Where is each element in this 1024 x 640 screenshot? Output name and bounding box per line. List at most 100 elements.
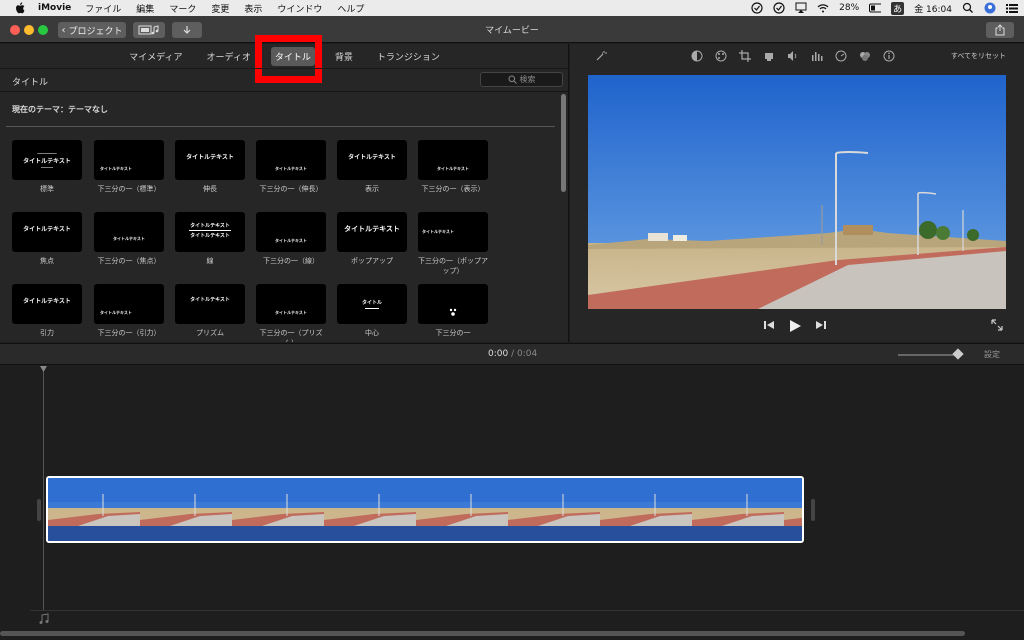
title-thumbnail: タイトルテキスト [256, 140, 326, 180]
title-tile-standard[interactable]: ━━━━━━━━ タイトルテキスト ━━━━━ 標準 [12, 140, 82, 194]
title-tile-label: 下三分の一 [435, 329, 471, 337]
title-thumbnail: タイトルテキスト [175, 140, 245, 180]
tab-my-media[interactable]: マイメディア [125, 47, 186, 66]
play-icon [789, 320, 801, 332]
title-tile-lower-third-standard[interactable]: タイトルテキスト 下三分の一（標準） [94, 140, 164, 194]
title-tile-line[interactable]: タイトルテキスト タイトルテキスト 線 [175, 212, 245, 266]
video-preview[interactable] [588, 75, 1006, 309]
status-check-alt-icon[interactable] [773, 2, 785, 14]
title-tile-lower-third-line[interactable]: タイトルテキスト 下三分の一（線） [256, 212, 326, 266]
section-label: タイトル [12, 78, 49, 88]
title-thumbnail: タイトルテキスト [256, 284, 326, 324]
viewer-panel: すべてをリセット [570, 44, 1024, 342]
battery-icon[interactable] [869, 2, 882, 14]
skip-forward-button[interactable] [814, 318, 828, 332]
title-tile-focus[interactable]: タイトルテキスト 焦点 [12, 212, 82, 266]
search-input[interactable]: 検索 [480, 72, 563, 87]
title-tile-center[interactable]: タイトル 中心 [337, 284, 407, 338]
title-thumbnail: ━━━━━━━━ タイトルテキスト ━━━━━ [12, 140, 82, 180]
timeline-settings-button[interactable]: 設定 [984, 349, 1000, 360]
title-thumbnail: タイトルテキスト [94, 140, 164, 180]
title-thumbnail: タイトルテキスト [337, 140, 407, 180]
title-tile-label: 下三分の一（焦点） [97, 257, 161, 265]
title-tile-lower-third-reveal[interactable]: タイトルテキスト 下三分の一（表示） [418, 140, 488, 194]
play-button[interactable] [787, 318, 803, 334]
playhead-marker-icon[interactable] [40, 366, 47, 373]
skip-back-button[interactable] [762, 318, 776, 332]
fullscreen-button[interactable] [990, 318, 1004, 332]
title-tile-lower-third-stretch[interactable]: タイトルテキスト 下三分の一（伸長） [256, 140, 326, 194]
volume-icon[interactable] [786, 49, 800, 63]
title-thumbnail: タイトル [337, 284, 407, 324]
zoom-slider-knob[interactable] [952, 348, 964, 360]
title-tile-label: 中心 [365, 329, 379, 337]
info-icon[interactable] [882, 49, 896, 63]
status-check-icon[interactable] [751, 2, 763, 14]
tab-audio[interactable]: オーディオ [202, 47, 254, 66]
search-placeholder: 検索 [519, 75, 536, 84]
timeline[interactable] [0, 366, 1024, 640]
current-theme-label: 現在のテーマ：テーマなし [12, 105, 108, 114]
title-tile-lower-third-popup[interactable]: タイトルテキスト 下三分の一（ポップアップ） [418, 212, 488, 276]
title-tile-label: 焦点 [40, 257, 54, 265]
stabilization-icon[interactable] [762, 49, 776, 63]
color-balance-icon[interactable] [690, 49, 704, 63]
notification-center-icon[interactable] [1006, 2, 1018, 14]
skip-back-icon [764, 321, 774, 329]
title-tile-reveal[interactable]: タイトルテキスト 表示 [337, 140, 407, 194]
timeline-scrollbar[interactable] [0, 631, 965, 636]
divider [6, 126, 555, 127]
filter-icon[interactable] [858, 49, 872, 63]
window-title: マイムービー [485, 26, 539, 36]
clip-left-handle[interactable] [37, 499, 41, 521]
playhead[interactable] [43, 366, 44, 611]
browser-scrollbar[interactable] [561, 94, 566, 192]
menubar-clock[interactable]: 金 16:04 [914, 2, 952, 15]
spotlight-search-icon[interactable] [962, 2, 974, 14]
speed-icon[interactable] [834, 49, 848, 63]
reset-all-button[interactable]: すべてをリセット [951, 51, 1006, 61]
title-tile-label: 下三分の一（引力） [97, 329, 161, 337]
title-tile-prism[interactable]: タイトルテキスト プリズム [175, 284, 245, 338]
user-avatar-icon[interactable] [984, 2, 996, 14]
share-button[interactable] [986, 22, 1014, 38]
menu-window[interactable]: ウインドウ [277, 2, 322, 15]
window-titlebar: ‹ プロジェクト マイムービー [0, 16, 1024, 43]
video-clip[interactable] [46, 476, 804, 543]
title-thumbnail: タイトルテキスト タイトルテキスト [175, 212, 245, 252]
title-thumbnail [418, 284, 488, 324]
wifi-icon[interactable] [817, 2, 829, 14]
menu-app-name[interactable]: iMovie [38, 3, 71, 13]
menu-modify[interactable]: 変更 [211, 2, 229, 15]
clip-right-handle[interactable] [811, 499, 815, 521]
title-tile-popup[interactable]: タイトルテキスト ポップアップ [337, 212, 407, 266]
magic-wand-icon[interactable] [594, 49, 608, 63]
airplay-icon[interactable] [795, 2, 807, 14]
title-tile-stretch[interactable]: タイトルテキスト 伸長 [175, 140, 245, 194]
menu-bar: iMovie ファイル 編集 マーク 変更 表示 ウインドウ ヘルプ 28% あ… [0, 0, 1024, 16]
color-correction-icon[interactable] [714, 49, 728, 63]
menu-edit[interactable]: 編集 [136, 2, 154, 15]
title-tile-label: 線 [206, 257, 214, 265]
crop-icon[interactable] [738, 49, 752, 63]
tab-titles[interactable]: タイトル [270, 46, 315, 66]
menu-view[interactable]: 表示 [244, 2, 262, 15]
title-tile-label: 下三分の一（プリズム） [259, 329, 323, 342]
tab-backgrounds[interactable]: 背景 [331, 47, 357, 66]
title-tile-lower-third-focus[interactable]: タイトルテキスト 下三分の一（焦点） [94, 212, 164, 266]
title-tile-gravity[interactable]: タイトルテキスト 引力 [12, 284, 82, 338]
menu-file[interactable]: ファイル [85, 2, 121, 15]
title-thumbnail: タイトルテキスト [337, 212, 407, 252]
title-tile-label: ポップアップ [351, 257, 393, 265]
title-tile-lower-third-gravity[interactable]: タイトルテキスト 下三分の一（引力） [94, 284, 164, 338]
title-tile-label: 表示 [365, 185, 379, 193]
title-tile-lower-third-prism[interactable]: タイトルテキスト 下三分の一（プリズム） [256, 284, 326, 342]
title-tile-lower-third[interactable]: 下三分の一 [418, 284, 488, 338]
input-method-indicator[interactable]: あ [891, 1, 905, 15]
apple-icon[interactable] [14, 2, 26, 14]
menu-mark[interactable]: マーク [169, 2, 196, 15]
equalizer-icon[interactable] [810, 49, 824, 63]
title-tile-label: 標準 [40, 185, 54, 193]
tab-transitions[interactable]: トランジション [373, 47, 444, 66]
menu-help[interactable]: ヘルプ [337, 2, 364, 15]
